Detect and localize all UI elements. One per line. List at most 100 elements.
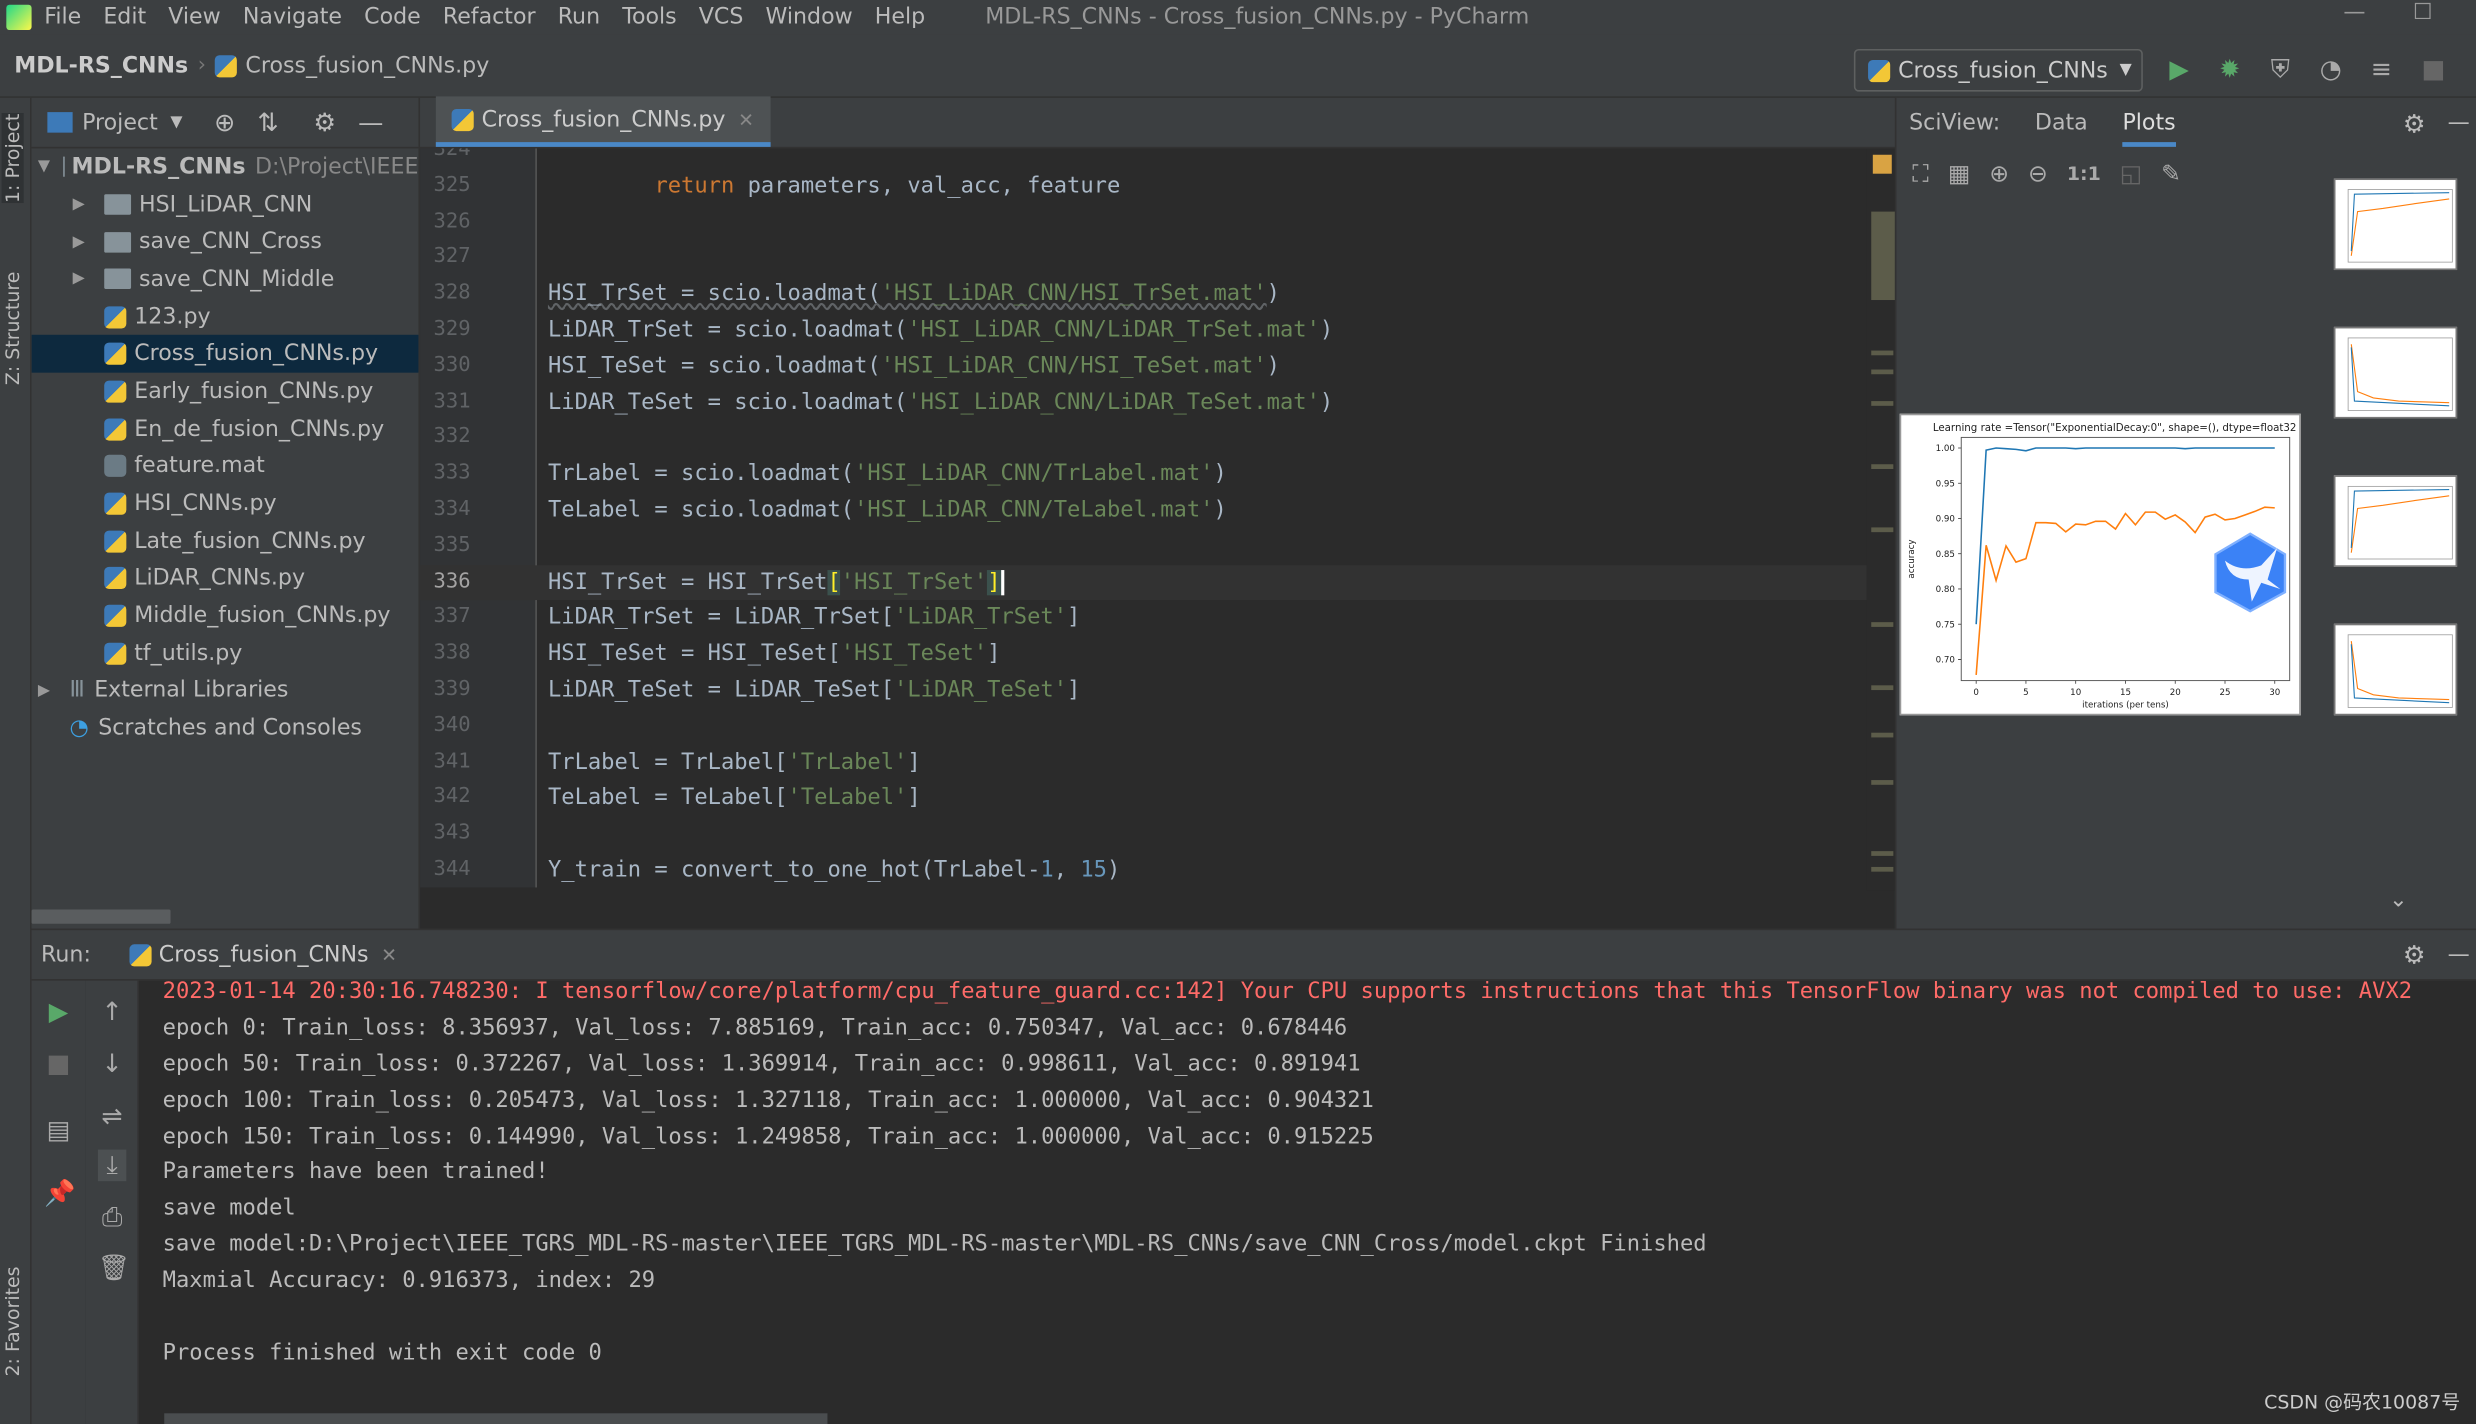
gear-icon[interactable]: ⚙ bbox=[2403, 108, 2426, 138]
expand-arrow-icon[interactable]: ▼ bbox=[38, 158, 50, 175]
background-icon[interactable]: ◱ bbox=[2120, 159, 2142, 187]
tree-item[interactable]: tf_utils.py bbox=[32, 635, 419, 672]
code-line[interactable]: 325 return parameters, val_acc, feature bbox=[420, 169, 1873, 205]
tree-item[interactable]: ▶ HSI_LiDAR_CNN bbox=[32, 186, 419, 223]
zoom-in-icon[interactable]: ⊕ bbox=[1989, 159, 2009, 187]
actual-size-button[interactable]: 1:1 bbox=[2067, 163, 2101, 185]
code-line[interactable]: 333 TrLabel = scio.loadmat('HSI_LiDAR_CNN… bbox=[420, 457, 1873, 493]
code-line[interactable]: 344 Y_train = convert_to_one_hot(TrLabel-… bbox=[420, 853, 1873, 888]
code-line[interactable]: 331 LiDAR_TeSet = scio.loadmat('HSI_LiDAR… bbox=[420, 385, 1873, 421]
coverage-icon[interactable]: ⛨ bbox=[2263, 52, 2298, 87]
tab-plots[interactable]: Plots bbox=[2122, 99, 2176, 147]
collapse-all-icon[interactable]: ⇅ bbox=[257, 107, 278, 137]
color-picker-icon[interactable]: ✎ bbox=[2161, 159, 2181, 187]
code-line[interactable]: 342 TeLabel = TeLabel['TeLabel'] bbox=[420, 781, 1873, 817]
plot-preview[interactable]: Learning rate =Tensor("ExponentialDecay:… bbox=[1899, 413, 2301, 716]
run-icon[interactable]: ▶ bbox=[2162, 52, 2197, 87]
grid-icon[interactable]: ▦ bbox=[1948, 159, 1970, 187]
menu-view[interactable]: View bbox=[168, 5, 220, 30]
tree-item[interactable]: HSI_CNNs.py bbox=[32, 485, 419, 522]
console-scrollbar[interactable] bbox=[164, 1413, 828, 1424]
zoom-out-icon[interactable]: ⊖ bbox=[2028, 159, 2048, 187]
editor-scrollbar[interactable] bbox=[1866, 148, 1895, 891]
menu-window[interactable]: Window bbox=[766, 5, 853, 30]
plot-thumbnail[interactable] bbox=[2333, 623, 2458, 716]
menu-code[interactable]: Code bbox=[364, 5, 421, 30]
rerun-icon[interactable]: ▶ bbox=[44, 996, 72, 1026]
breadcrumb-file[interactable]: Cross_fusion_CNNs.py bbox=[245, 53, 489, 78]
project-tool-tab[interactable]: 1: Project bbox=[1, 113, 24, 204]
code-area[interactable]: 324 325 return parameters, val_acc, featu… bbox=[420, 148, 1873, 887]
code-line[interactable]: 330 HSI_TeSet = scio.loadmat('HSI_LiDAR_C… bbox=[420, 349, 1873, 385]
code-line[interactable]: 338 HSI_TeSet = HSI_TeSet['HSI_TeSet'] bbox=[420, 637, 1873, 673]
minimize-button[interactable]: — bbox=[2343, 0, 2365, 25]
debug-icon[interactable]: ✹ bbox=[2212, 52, 2247, 87]
code-line[interactable]: 341 TrLabel = TrLabel['TrLabel'] bbox=[420, 745, 1873, 781]
code-line[interactable]: 334 TeLabel = scio.loadmat('HSI_LiDAR_CNN… bbox=[420, 493, 1873, 529]
code-line[interactable]: 327 bbox=[420, 241, 1873, 277]
trash-icon[interactable]: 🗑 bbox=[98, 1252, 130, 1282]
fit-icon[interactable]: ⛶ bbox=[1912, 159, 1929, 187]
code-line[interactable]: 339 LiDAR_TeSet = LiDAR_TeSet['LiDAR_TeSe… bbox=[420, 673, 1873, 709]
menu-refactor[interactable]: Refactor bbox=[443, 5, 536, 30]
menu-tools[interactable]: Tools bbox=[622, 5, 676, 30]
menu-run[interactable]: Run bbox=[558, 5, 600, 30]
tree-item[interactable]: ▶ save_CNN_Cross bbox=[32, 223, 419, 260]
menu-vcs[interactable]: VCS bbox=[699, 5, 744, 30]
menu-file[interactable]: File bbox=[44, 5, 81, 30]
code-line[interactable]: 324 bbox=[420, 148, 1873, 168]
favorites-tool-tab[interactable]: 2: Favorites bbox=[2, 1266, 24, 1376]
project-view-select[interactable]: Project bbox=[82, 110, 158, 135]
code-line[interactable]: 326 bbox=[420, 205, 1873, 241]
gear-icon[interactable]: ⚙ bbox=[2403, 940, 2426, 970]
hide-icon[interactable]: — bbox=[358, 107, 383, 137]
scroll-thumb[interactable] bbox=[1871, 211, 1895, 301]
close-icon[interactable]: ✕ bbox=[738, 108, 754, 130]
plot-thumbnail[interactable] bbox=[2333, 326, 2458, 419]
chevron-down-icon[interactable]: ▼ bbox=[170, 114, 182, 131]
tree-item[interactable]: Cross_fusion_CNNs.py bbox=[31, 335, 419, 373]
code-line[interactable]: 340 bbox=[420, 709, 1873, 745]
soft-wrap-icon[interactable]: ⇌ bbox=[98, 1101, 126, 1131]
plot-thumbnail[interactable] bbox=[2333, 475, 2458, 567]
hide-icon[interactable]: — bbox=[2448, 942, 2470, 967]
code-line[interactable]: 336 HSI_TrSet = HSI_TrSet['HSI_TrSet'] bbox=[420, 564, 1873, 601]
down-icon[interactable]: ↓ bbox=[98, 1049, 126, 1079]
warning-indicator-icon[interactable] bbox=[1872, 154, 1892, 174]
expand-arrow-icon[interactable]: ▶ bbox=[73, 233, 92, 250]
menu-help[interactable]: Help bbox=[875, 5, 925, 30]
pin-icon[interactable]: 📌 bbox=[44, 1178, 75, 1208]
hide-icon[interactable]: — bbox=[2448, 111, 2470, 136]
maximize-button[interactable]: ☐ bbox=[2413, 0, 2433, 25]
code-line[interactable]: 332 bbox=[420, 421, 1873, 457]
code-line[interactable]: 335 bbox=[420, 529, 1873, 565]
tree-item[interactable]: Late_fusion_CNNs.py bbox=[32, 522, 419, 559]
tree-item[interactable]: ▶ Ⅲ External Libraries bbox=[32, 672, 419, 709]
expand-arrow-icon[interactable]: ▶ bbox=[73, 196, 92, 213]
console-output[interactable]: 2023-01-14 20:30:16.748230: I tensorflow… bbox=[163, 974, 2468, 1372]
structure-tool-tab[interactable]: Z: Structure bbox=[2, 272, 24, 386]
code-line[interactable]: 343 bbox=[420, 817, 1873, 853]
tree-item[interactable]: ▼ MDL-RS_CNNs D:\Project\IEEE bbox=[32, 148, 419, 185]
print-icon[interactable]: ⎙ bbox=[98, 1202, 126, 1234]
tree-item[interactable]: 123.py bbox=[32, 298, 419, 335]
layout-icon[interactable]: ▤ bbox=[44, 1115, 72, 1145]
chevron-down-icon[interactable]: ⌄ bbox=[2389, 887, 2408, 912]
locate-icon[interactable]: ⊕ bbox=[214, 107, 235, 137]
code-line[interactable]: 328 HSI_TrSet = scio.loadmat('HSI_LiDAR_C… bbox=[420, 277, 1873, 313]
stop-icon[interactable]: ■ bbox=[2416, 52, 2451, 87]
profile-icon[interactable]: ◔ bbox=[2313, 52, 2348, 87]
code-line[interactable]: 337 LiDAR_TrSet = LiDAR_TrSet['LiDAR_TrSe… bbox=[420, 601, 1873, 637]
stop-icon[interactable]: ■ bbox=[44, 1049, 72, 1079]
code-line[interactable]: 329 LiDAR_TrSet = scio.loadmat('HSI_LiDAR… bbox=[420, 313, 1873, 349]
plot-thumbnail[interactable] bbox=[2333, 178, 2458, 271]
menu-edit[interactable]: Edit bbox=[103, 5, 146, 30]
tree-item[interactable]: ▶ save_CNN_Middle bbox=[32, 261, 419, 298]
tree-item[interactable]: ◔ Scratches and Consoles bbox=[32, 710, 419, 747]
expand-arrow-icon[interactable]: ▶ bbox=[38, 682, 57, 699]
run-tab[interactable]: Cross_fusion_CNNs ✕ bbox=[128, 942, 397, 967]
run-config-select[interactable]: Cross_fusion_CNNs ▼ bbox=[1853, 48, 2143, 92]
concurrency-icon[interactable]: ≡ bbox=[2364, 52, 2399, 87]
tree-item[interactable]: Early_fusion_CNNs.py bbox=[32, 373, 419, 410]
breadcrumb-project[interactable]: MDL-RS_CNNs bbox=[14, 53, 188, 78]
